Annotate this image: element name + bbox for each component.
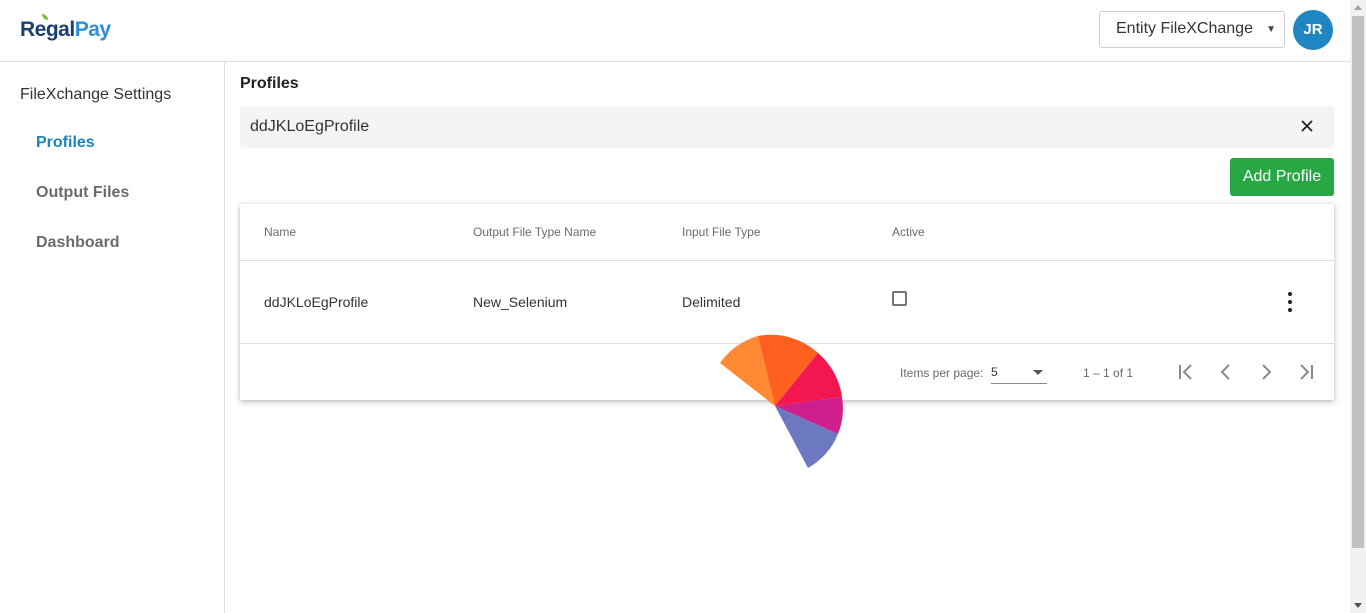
scroll-thumb[interactable] [1352, 16, 1364, 548]
entity-select[interactable]: Entity FileXChange ▼ [1099, 11, 1285, 48]
items-per-page-select[interactable]: 5 [991, 362, 1047, 384]
cell-input-file-type: Delimited [682, 294, 741, 310]
items-per-page-label: Items per page: [900, 366, 984, 380]
last-page-icon[interactable] [1294, 360, 1318, 384]
column-header-output-file-type[interactable]: Output File Type Name [473, 225, 596, 239]
column-header-input-file-type[interactable]: Input File Type [682, 225, 761, 239]
cell-name: ddJKLoEgProfile [264, 294, 369, 310]
page-range-label: 1 – 1 of 1 [1083, 366, 1134, 380]
column-header-active[interactable]: Active [892, 225, 925, 239]
page-title: Profiles [240, 75, 299, 92]
dropdown-arrow-icon [1033, 370, 1043, 375]
app: RegalPay Entity FileXChange ▼ JR FileXch… [0, 0, 1350, 613]
close-icon[interactable] [1298, 117, 1316, 135]
scroll-up-icon[interactable] [1354, 5, 1362, 10]
more-vert-icon[interactable] [1280, 290, 1300, 314]
items-per-page-value: 5 [991, 365, 998, 379]
page-scrollbar[interactable] [1350, 0, 1366, 613]
search-input[interactable] [240, 106, 1280, 148]
sidebar-title: FileXchange Settings [20, 86, 172, 103]
user-avatar[interactable]: JR [1293, 10, 1333, 50]
entity-select-value: Entity FileXChange [1116, 20, 1253, 37]
regalpay-logo[interactable]: RegalPay [20, 14, 111, 42]
sidebar: FileXchange Settings Profiles Output Fil… [0, 62, 225, 613]
sidebar-item-dashboard[interactable]: Dashboard [36, 234, 120, 252]
scroll-down-icon[interactable] [1354, 603, 1362, 608]
caret-down-icon: ▼ [1266, 24, 1276, 35]
top-header: RegalPay Entity FileXChange ▼ JR [0, 0, 1350, 62]
active-checkbox[interactable] [892, 291, 907, 306]
logo-pay-text: Pay [74, 18, 111, 41]
kebab-dot [1288, 308, 1292, 312]
table-header-row: Name Output File Type Name Input File Ty… [240, 204, 1334, 261]
loading-spinner-icon [720, 334, 843, 468]
kebab-dot [1288, 292, 1292, 296]
cell-output-file-type: New_Selenium [473, 294, 568, 310]
first-page-icon[interactable] [1174, 360, 1198, 384]
chevron-left-icon[interactable] [1214, 360, 1238, 384]
kebab-dot [1288, 300, 1292, 304]
search-box [240, 106, 1334, 148]
chevron-right-icon[interactable] [1254, 360, 1278, 384]
sidebar-item-output-files[interactable]: Output Files [36, 184, 129, 202]
column-header-name[interactable]: Name [264, 225, 296, 239]
add-profile-button[interactable]: Add Profile [1230, 158, 1334, 196]
logo-regal-text: Regal [20, 18, 75, 41]
sidebar-item-profiles[interactable]: Profiles [36, 134, 95, 152]
